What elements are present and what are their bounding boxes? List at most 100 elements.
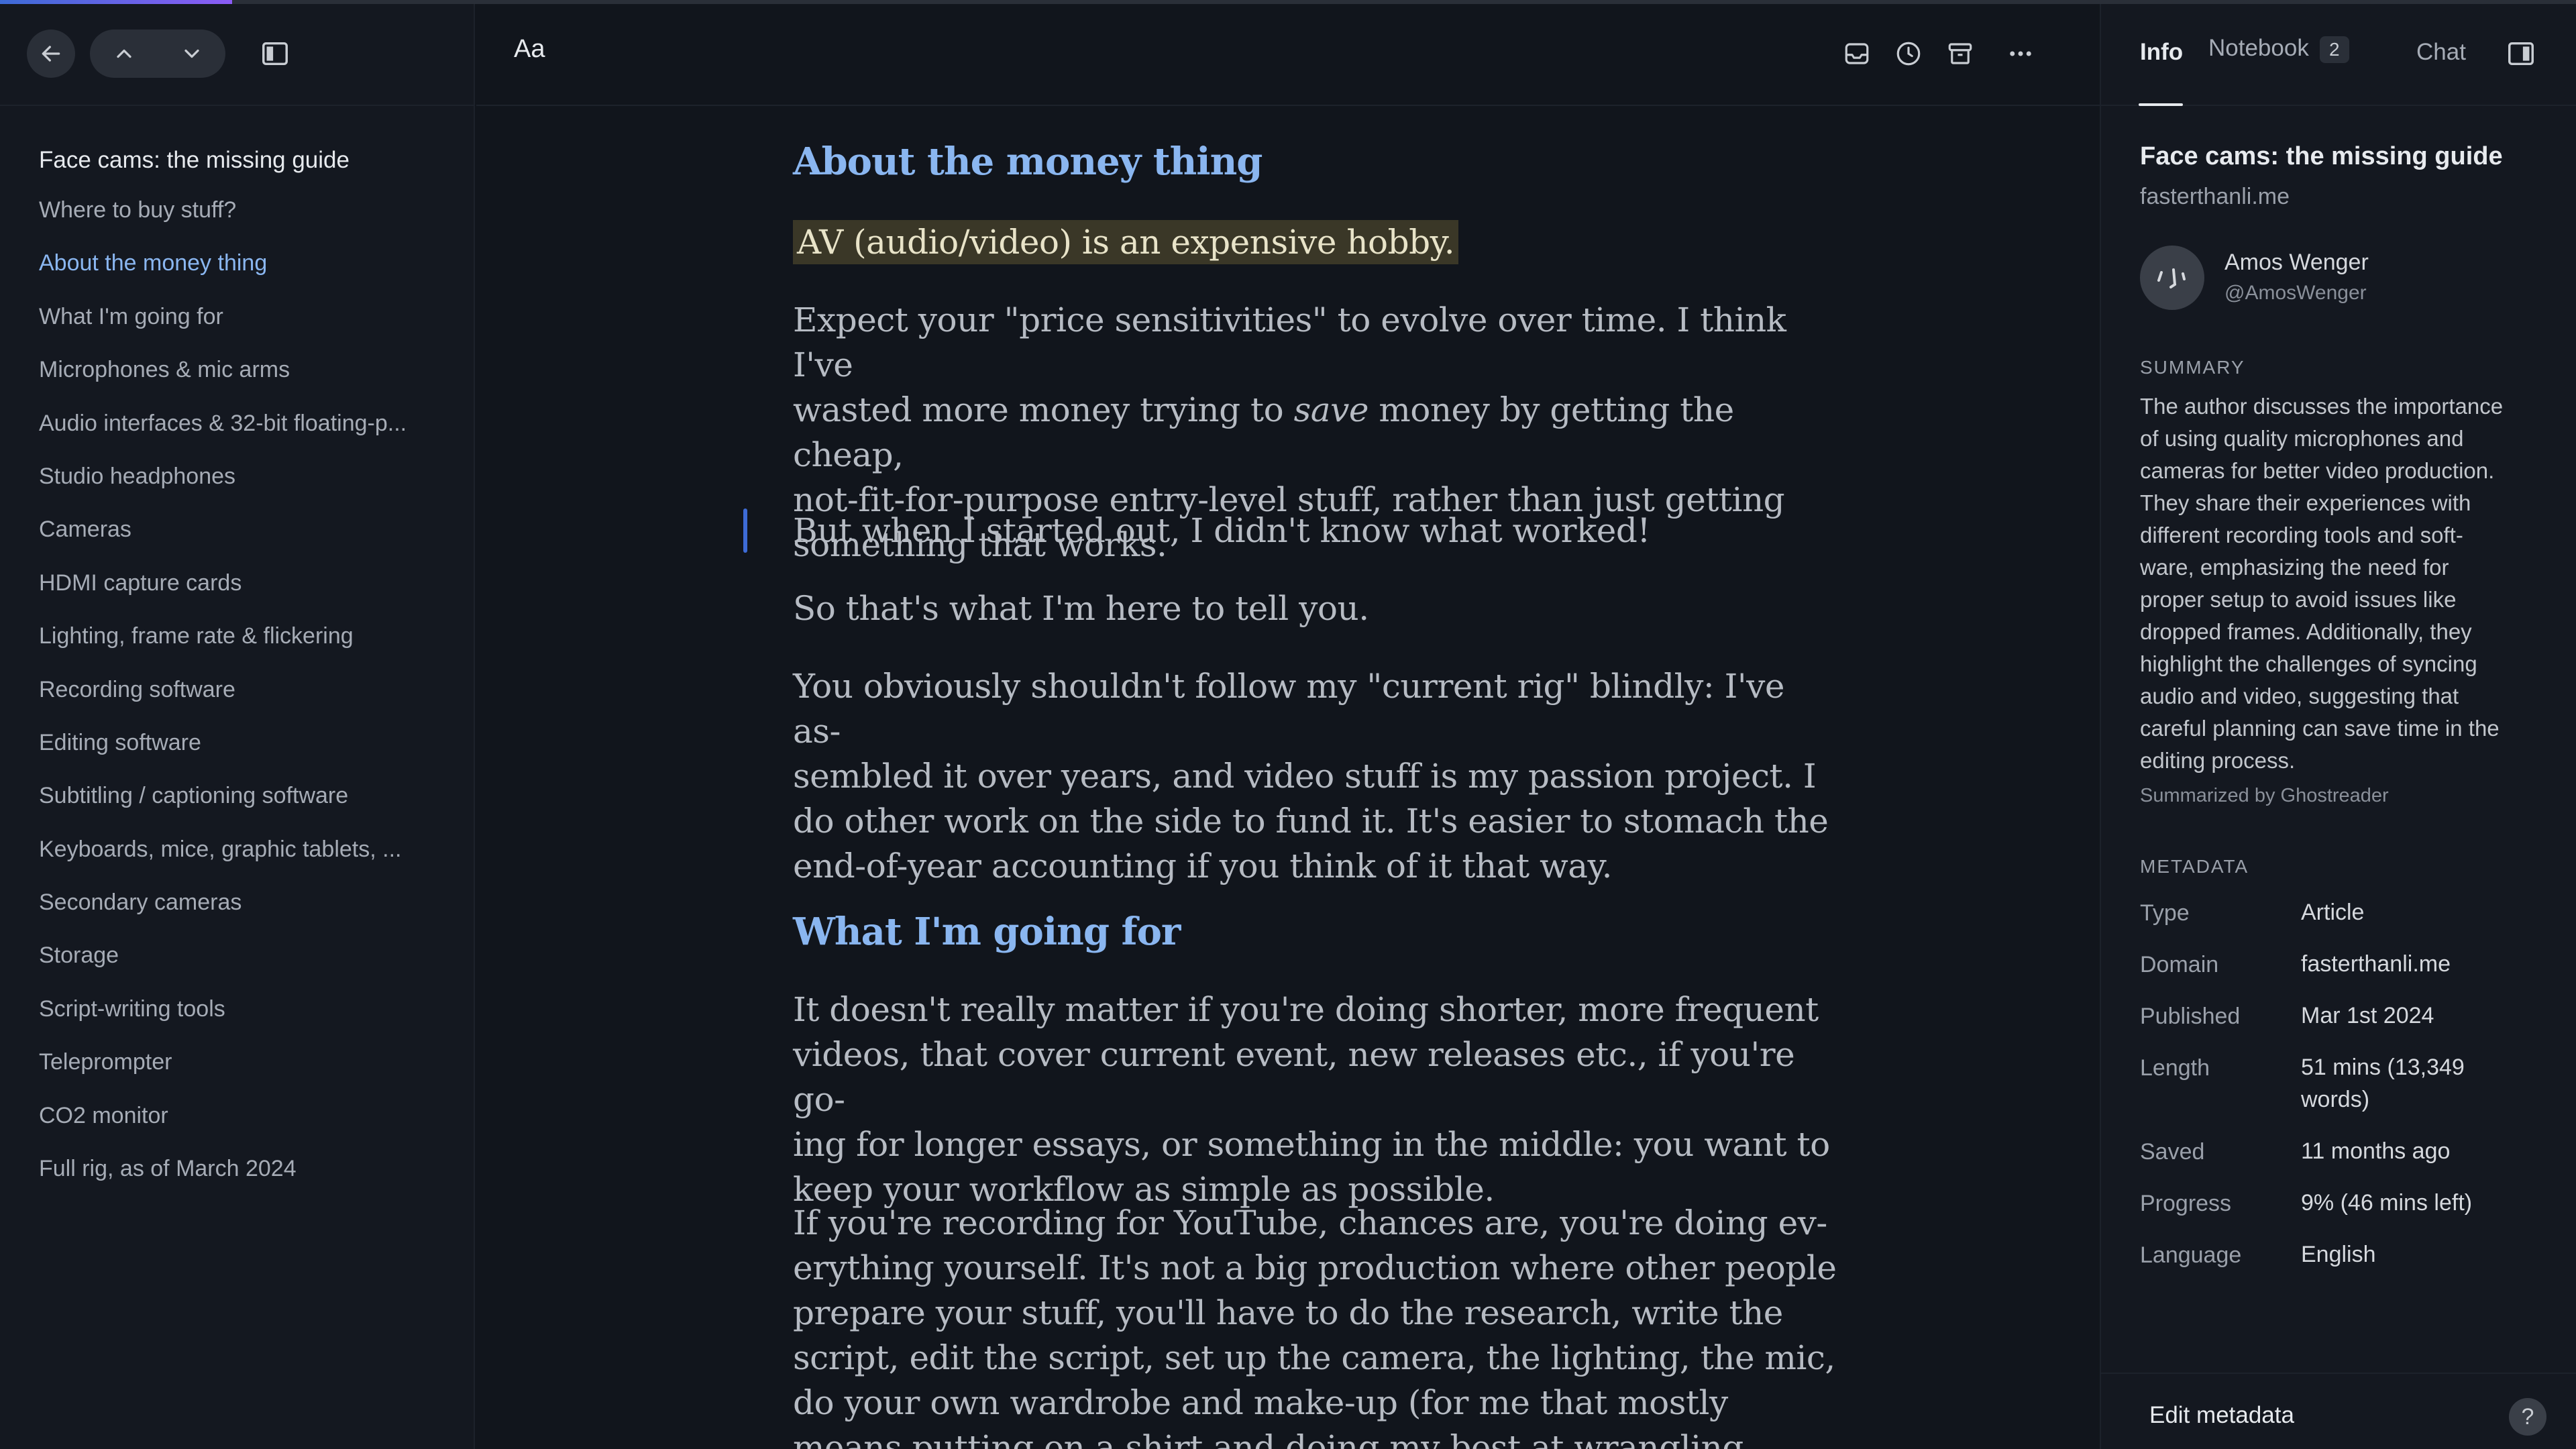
italic-text: save xyxy=(1293,390,1369,429)
sidebar-toolbar xyxy=(0,4,474,106)
toc-item[interactable]: Full rig, as of March 2024 xyxy=(39,1142,455,1195)
inbox-button[interactable] xyxy=(1841,38,1873,70)
metadata-label: METADATA xyxy=(2140,856,2249,877)
metadata-value[interactable]: fasterthanli.me xyxy=(2301,948,2529,980)
metadata-key: Saved xyxy=(2140,1139,2205,1165)
document-domain[interactable]: fasterthanli.me xyxy=(2140,184,2290,210)
table-of-contents: Face cams: the missing guide Where to bu… xyxy=(39,137,455,1195)
summary-line: highlight the challenges of syncing xyxy=(2140,651,2477,676)
text-span: wasted more money trying to xyxy=(793,390,1294,429)
more-icon xyxy=(2010,51,2031,56)
text-line: If you're recording for YouTube, chances… xyxy=(793,1203,1827,1242)
summary-line: proper setup to avoid issues like xyxy=(2140,587,2457,612)
toc-document-title[interactable]: Face cams: the missing guide xyxy=(39,137,455,184)
metadata-key: Language xyxy=(2140,1242,2242,1268)
panel-tabs: Info Notebook 2 Chat xyxy=(2101,4,2576,106)
toc-item[interactable]: Audio interfaces & 32-bit floating-p... xyxy=(39,397,455,450)
reading-progress-bar xyxy=(0,0,2576,4)
highlighted-sentence[interactable]: AV (audio/video) is an expensive hobby. xyxy=(793,220,1459,265)
previous-document-button[interactable] xyxy=(90,30,158,78)
sidebar-toggle-icon xyxy=(262,42,288,66)
paragraph-here-to-tell: So that's what I'm here to tell you. xyxy=(793,589,1369,628)
avatar xyxy=(2140,246,2204,310)
toc-item[interactable]: Secondary cameras xyxy=(39,876,455,929)
text-line: means putting on a shirt and doing my be… xyxy=(793,1428,1743,1449)
metadata-value: 9% (46 mins left) xyxy=(2301,1190,2473,1216)
length-value-line: 51 mins (13,349 xyxy=(2301,1055,2465,1080)
text-line: do other work on the side to fund it. It… xyxy=(793,802,1829,841)
text-line: ing for longer essays, or something in t… xyxy=(793,1125,1830,1164)
later-button[interactable] xyxy=(1892,38,1925,70)
toc-item[interactable]: CO2 monitor xyxy=(39,1089,455,1142)
metadata-value[interactable]: English xyxy=(2301,1238,2529,1271)
reading-position-marker xyxy=(743,508,747,553)
reader-pane: Aa About the money thing AV (audio/video… xyxy=(476,4,2100,1449)
toc-item[interactable]: Microphones & mic arms xyxy=(39,343,455,396)
metadata-value[interactable]: Mar 1st 2024 xyxy=(2301,1000,2529,1032)
more-actions-button[interactable] xyxy=(2004,38,2037,70)
back-button[interactable] xyxy=(27,30,75,78)
reading-progress-fill xyxy=(0,0,232,4)
paragraph-workflow: It doesn't really matter if you're doing… xyxy=(793,987,1839,1212)
toc-item[interactable]: HDMI capture cards xyxy=(39,557,455,610)
author-avatar-icon xyxy=(2157,268,2186,288)
summary-text: The author discusses the importance of us… xyxy=(2140,390,2549,777)
toc-item[interactable]: Storage xyxy=(39,929,455,982)
archive-button[interactable] xyxy=(1944,38,1976,70)
author-name[interactable]: Amos Wenger xyxy=(2224,250,2369,276)
summary-line: They share their experiences with xyxy=(2140,490,2471,515)
arrow-left-icon xyxy=(42,46,60,62)
reader-toolbar: Aa xyxy=(476,4,2100,106)
tab-chat[interactable]: Chat xyxy=(2416,39,2466,66)
toc-item[interactable]: Lighting, frame rate & flickering xyxy=(39,610,455,663)
author-handle[interactable]: @AmosWenger xyxy=(2224,282,2367,305)
toc-item[interactable]: What I'm going for xyxy=(39,290,455,343)
toc-list: Where to buy stuff? About the money thing… xyxy=(39,184,455,1195)
toc-item[interactable]: Studio headphones xyxy=(39,450,455,503)
toc-item[interactable]: Subtitling / captioning software xyxy=(39,769,455,822)
toc-item[interactable]: Editing software xyxy=(39,716,455,769)
text-line: script, edit the script, set up the came… xyxy=(793,1338,1835,1377)
summary-line: careful planning can save time in the xyxy=(2140,716,2500,741)
panel-toggle-button[interactable] xyxy=(2504,36,2538,71)
heading-going-for: What I'm going for xyxy=(793,910,1181,954)
summary-line: of using quality microphones and xyxy=(2140,426,2464,451)
toc-item[interactable]: Teleprompter xyxy=(39,1036,455,1089)
next-document-button[interactable] xyxy=(158,30,225,78)
toc-item[interactable]: Cameras xyxy=(39,503,455,556)
summary-line: editing process. xyxy=(2140,748,2296,773)
highlight[interactable]: AV (audio/video) is an expensive hobby. xyxy=(793,220,1459,264)
metadata-value[interactable]: Article xyxy=(2301,896,2529,928)
typography-button[interactable]: Aa xyxy=(514,35,545,64)
paragraph-didnt-know: But when I started out, I didn't know wh… xyxy=(793,511,1650,550)
help-button[interactable]: ? xyxy=(2509,1398,2546,1436)
toc-item[interactable]: Script-writing tools xyxy=(39,983,455,1036)
toc-item[interactable]: Where to buy stuff? xyxy=(39,184,455,237)
toc-item[interactable]: Keyboards, mice, graphic tablets, ... xyxy=(39,823,455,876)
left-sidebar: Face cams: the missing guide Where to bu… xyxy=(0,4,475,1449)
edit-metadata-button[interactable]: Edit metadata xyxy=(2149,1402,2294,1429)
text-line: You obviously shouldn't follow my "curre… xyxy=(793,667,1784,751)
text-line: It doesn't really matter if you're doing… xyxy=(793,990,1819,1029)
summary-line: dropped frames. Additionally, they xyxy=(2140,619,2472,644)
tab-notebook[interactable]: Notebook 2 xyxy=(2208,35,2349,63)
prev-next-group xyxy=(90,30,225,78)
summary-line: audio and video, suggesting that xyxy=(2140,684,2459,708)
metadata-value: 11 months ago xyxy=(2301,1138,2451,1164)
chevron-down-icon xyxy=(184,49,199,58)
text-line: wasted more money trying to save money b… xyxy=(793,388,1839,478)
metadata-key: Published xyxy=(2140,1004,2241,1029)
summary-line: different recording tools and soft- xyxy=(2140,523,2463,547)
summary-line: The author discusses the importance xyxy=(2140,394,2504,419)
text-line: do your own wardrobe and make-up (for me… xyxy=(793,1383,1728,1422)
toc-item[interactable]: About the money thing xyxy=(39,237,455,290)
summary-line: ware, emphasizing the need for xyxy=(2140,555,2449,580)
notebook-count-badge: 2 xyxy=(2319,36,2349,63)
toc-item[interactable]: Recording software xyxy=(39,663,455,716)
summarized-by: Summarized by Ghostreader xyxy=(2140,785,2389,806)
sidebar-toggle-button[interactable] xyxy=(255,34,295,74)
tab-info[interactable]: Info xyxy=(2140,39,2183,66)
info-panel: Info Notebook 2 Chat Face cams: the missi… xyxy=(2100,4,2576,1449)
summary-label: SUMMARY xyxy=(2140,357,2245,378)
panel-right-icon xyxy=(2508,42,2534,66)
